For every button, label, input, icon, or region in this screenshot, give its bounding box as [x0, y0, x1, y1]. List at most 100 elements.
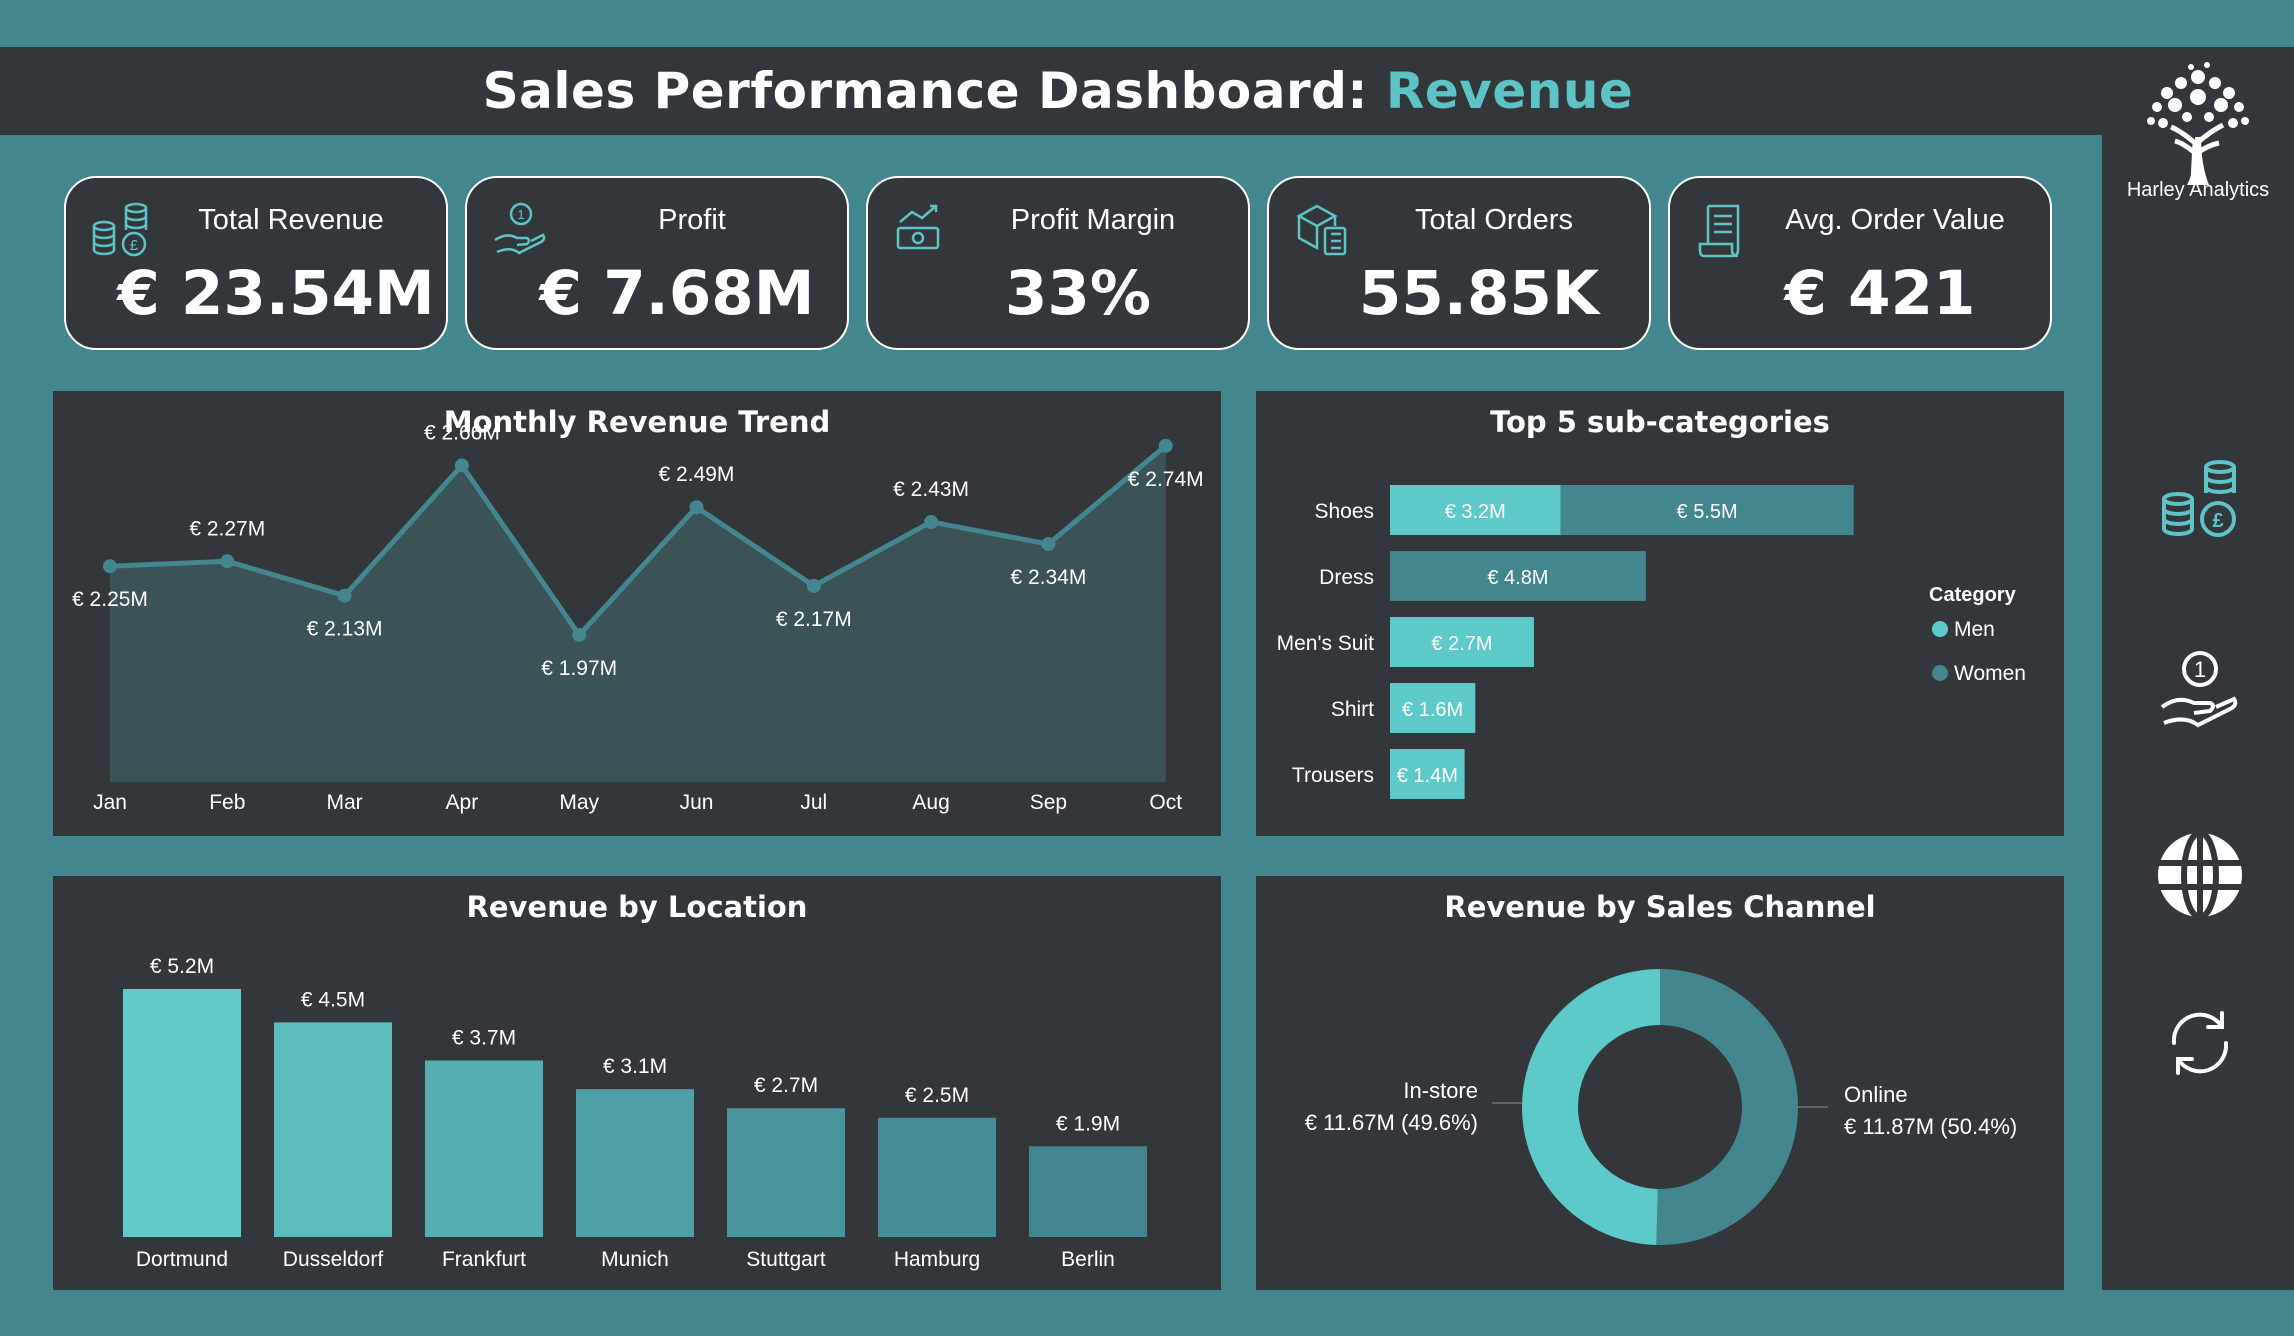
- slice-name: In-store: [1403, 1078, 1478, 1103]
- refresh-icon[interactable]: [2154, 997, 2246, 1089]
- bar: [576, 1089, 694, 1237]
- y-tick-label: Dress: [1319, 566, 1374, 589]
- y-tick-label: Men's Suit: [1277, 632, 1375, 655]
- legend-label-women: Women: [1954, 662, 2026, 685]
- kpi-card-profit-margin: Profit Margin 33%: [866, 176, 1250, 350]
- x-tick-label: Apr: [446, 791, 479, 814]
- bar-label: € 3.2M: [1445, 501, 1506, 523]
- x-tick-label: Munich: [601, 1248, 669, 1271]
- data-label: € 3.7M: [452, 1027, 516, 1050]
- data-label: € 2.13M: [307, 618, 383, 641]
- legend-marker-women: [1932, 665, 1948, 681]
- kpi-label: Avg. Order Value: [1785, 204, 2005, 236]
- data-point: [806, 578, 821, 593]
- tree-logo-icon: [2147, 62, 2249, 185]
- area-fill: [110, 445, 1166, 782]
- x-tick-label: Berlin: [1061, 1248, 1115, 1271]
- bar-label: € 5.5M: [1677, 501, 1738, 523]
- svg-text:1: 1: [2194, 657, 2206, 682]
- header-bar: Sales Performance Dashboard: Revenue: [0, 47, 2294, 135]
- data-point: [1041, 537, 1056, 552]
- data-point: [103, 559, 117, 574]
- sidebar: Harley Analytics £ 1: [2102, 47, 2294, 1290]
- brand-name: Harley Analytics: [2126, 179, 2270, 201]
- legend-title: Category: [1929, 584, 2017, 606]
- kpi-label: Profit: [658, 204, 726, 236]
- data-point: [454, 458, 469, 473]
- data-label: € 2.5M: [905, 1084, 969, 1107]
- x-tick-label: Frankfurt: [442, 1248, 526, 1271]
- x-tick-label: Mar: [327, 791, 363, 814]
- x-tick-label: Jun: [680, 791, 714, 814]
- data-label: € 4.5M: [301, 988, 365, 1011]
- data-point: [924, 514, 939, 529]
- x-tick-label: Dortmund: [136, 1248, 228, 1271]
- slice-name: Online: [1844, 1082, 1908, 1107]
- data-label: € 2.66M: [424, 421, 500, 444]
- data-label: € 1.97M: [541, 657, 617, 680]
- revenue-by-channel-panel: Revenue by Sales Channel Online € 11.87M …: [1256, 876, 2064, 1290]
- bar: [878, 1117, 996, 1237]
- donut-slice-in-store: [1521, 969, 1660, 1245]
- data-label: € 2.17M: [776, 608, 852, 631]
- monthly-revenue-chart: € 2.25M Jan € 2.27M Feb € 2.13M Mar € 2.66M Apr…: [72, 421, 1204, 814]
- kpi-card-total-orders: Total Orders 55.85K: [1267, 176, 1651, 350]
- data-label: € 2.25M: [72, 588, 148, 611]
- data-label: € 3.1M: [603, 1055, 667, 1078]
- y-tick-label: Shoes: [1314, 500, 1374, 523]
- bar-label: € 4.8M: [1487, 567, 1548, 589]
- slice-label: € 11.87M (50.4%): [1844, 1114, 2017, 1139]
- x-tick-label: Stuttgart: [746, 1248, 826, 1271]
- data-point: [220, 554, 235, 569]
- data-label: € 2.27M: [189, 517, 265, 540]
- kpi-label: Total Revenue: [198, 204, 384, 236]
- svg-text:£: £: [2212, 510, 2223, 532]
- data-label: € 1.9M: [1056, 1112, 1120, 1135]
- data-label: € 2.49M: [659, 463, 735, 486]
- legend-label-men: Men: [1954, 618, 1995, 641]
- bar: [123, 988, 241, 1237]
- monthly-revenue-panel: Monthly Revenue Trend € 2.25M Jan € 2.27M F…: [53, 391, 1221, 836]
- legend-marker-men: [1932, 621, 1948, 637]
- slice-label: € 11.67M (49.6%): [1305, 1110, 1478, 1135]
- top-subcategories-panel: Top 5 sub-categories Shoes € 3.2M € 5.5M Dr…: [1256, 391, 2064, 836]
- x-tick-label: May: [559, 791, 599, 814]
- bar-label: € 2.7M: [1431, 633, 1492, 655]
- receipt-icon: [1698, 204, 1740, 258]
- bar: [274, 1022, 392, 1237]
- x-tick-label: Jul: [800, 791, 827, 814]
- channel-chart: Online € 11.87M (50.4%) In-store € 11.67M (…: [1305, 969, 2017, 1245]
- hand-coin-icon: 1: [494, 202, 546, 255]
- banknote-trend-icon: [896, 204, 940, 250]
- bar: [727, 1108, 845, 1237]
- data-label: € 5.2M: [150, 955, 214, 978]
- data-point: [689, 500, 704, 515]
- y-tick-label: Trousers: [1292, 764, 1374, 787]
- kpi-card-profit: 1 Profit € 7.68M: [465, 176, 849, 350]
- kpi-value: € 7.68M: [539, 258, 815, 329]
- svg-text:1: 1: [517, 207, 524, 222]
- x-tick-label: Jan: [93, 791, 127, 814]
- kpi-label: Total Orders: [1415, 204, 1573, 236]
- y-tick-label: Shirt: [1331, 698, 1374, 721]
- title-accent: Revenue: [1385, 62, 1634, 120]
- kpi-card-avg-order-value: Avg. Order Value € 421: [1668, 176, 2052, 350]
- coins-icon[interactable]: £: [2154, 455, 2246, 547]
- bar: [1029, 1146, 1147, 1237]
- globe-icon[interactable]: [2154, 829, 2246, 921]
- x-tick-label: Dusseldorf: [283, 1248, 384, 1271]
- revenue-by-location-panel: Revenue by Location € 5.2M Dortmund € 4.5M…: [53, 876, 1221, 1290]
- coins-stack-icon: £: [92, 202, 148, 257]
- kpi-value: 55.85K: [1358, 258, 1600, 329]
- x-tick-label: Oct: [1149, 791, 1182, 814]
- data-label: € 2.7M: [754, 1074, 818, 1097]
- hand-coin-icon[interactable]: 1: [2154, 645, 2246, 737]
- package-list-icon: [1296, 204, 1347, 256]
- svg-text:£: £: [130, 237, 139, 254]
- donut-slice-online: [1656, 969, 1798, 1245]
- data-label: € 2.43M: [893, 478, 969, 501]
- kpi-label: Profit Margin: [1010, 204, 1176, 236]
- title-main: Sales Performance Dashboard:: [482, 62, 1386, 120]
- location-chart: € 5.2M Dortmund € 4.5M Dusseldorf € 3.7M Fran…: [123, 955, 1147, 1271]
- bar-label: € 1.4M: [1397, 765, 1458, 787]
